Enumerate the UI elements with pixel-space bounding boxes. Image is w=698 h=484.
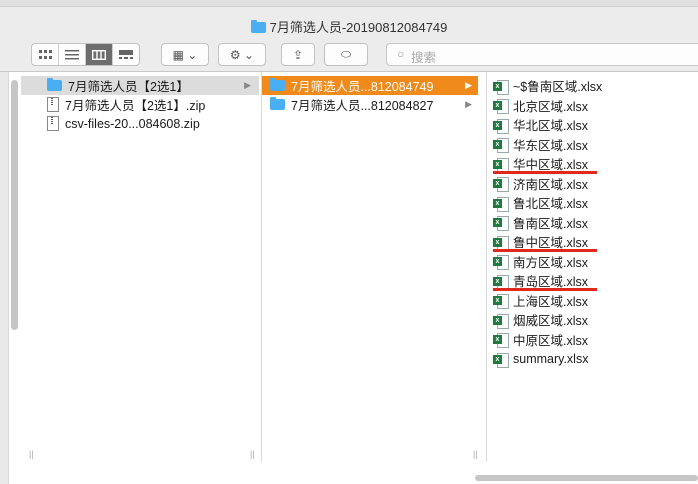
list-item[interactable]: x ~$鲁南区域.xlsx	[487, 76, 602, 95]
list-item[interactable]: 7月筛选人员【2选1】 ▶	[21, 76, 259, 95]
excel-file-icon: x	[493, 98, 509, 114]
excel-file-icon: x	[493, 235, 509, 251]
icon-view-icon[interactable]	[32, 44, 59, 65]
toolbar: ▦ ⌄ ⚙ ⌄ ⇪ ⬭ ○ 搜索	[0, 38, 698, 72]
tag-icon: ⬭	[340, 47, 352, 61]
column-resize-handle[interactable]: ||	[250, 449, 255, 459]
list-item[interactable]: x 华东区域.xlsx	[487, 135, 588, 154]
item-name: 7月筛选人员【2选1】	[68, 80, 189, 94]
excel-file-icon: x	[493, 157, 509, 173]
list-item[interactable]: x 烟威区域.xlsx	[487, 310, 588, 329]
arrange-button[interactable]: ▦ ⌄	[161, 43, 209, 66]
window-title: 7月筛选人员-20190812084749	[0, 17, 698, 36]
excel-file-icon: x	[493, 137, 509, 153]
action-button-label: ⚙ ⌄	[229, 47, 255, 62]
zip-file-icon	[47, 97, 59, 112]
list-item[interactable]: x 济南区域.xlsx	[487, 174, 588, 193]
chevron-right-icon: ▶	[465, 99, 472, 109]
excel-file-icon: x	[493, 293, 509, 309]
column-view-icon[interactable]	[86, 44, 113, 65]
list-item[interactable]: csv-files-20...084608.zip	[21, 114, 200, 133]
excel-file-icon: x	[493, 274, 509, 290]
window-top-edge	[0, 0, 698, 7]
item-name: summary.xlsx	[513, 351, 589, 366]
item-name: 7月筛选人员【2选1】.zip	[65, 99, 206, 113]
item-name: 北京区域.xlsx	[513, 99, 589, 114]
excel-file-icon: x	[493, 332, 509, 348]
gallery-view-icon[interactable]	[113, 44, 139, 65]
column-2: 7月筛选人员...812084749 ▶ 7月筛选人员...812084827 …	[250, 72, 487, 462]
search-placeholder: 搜索	[411, 51, 437, 65]
chevron-right-icon: ▶	[244, 80, 251, 90]
item-name: 中原区域.xlsx	[513, 333, 589, 348]
folder-icon	[270, 97, 285, 110]
window-title-text: 7月筛选人员-20190812084749	[269, 20, 448, 35]
folder-icon	[250, 20, 266, 33]
zip-file-icon	[47, 116, 59, 131]
list-item[interactable]: x 北京区域.xlsx	[487, 96, 588, 115]
list-item[interactable]: x 南方区域.xlsx	[487, 252, 588, 271]
excel-file-icon: x	[493, 254, 509, 270]
title-bar: 7月筛选人员-20190812084749	[0, 0, 698, 39]
excel-file-icon: x	[493, 176, 509, 192]
item-name: 7月筛选人员...812084749	[291, 80, 434, 94]
item-name: 济南区域.xlsx	[513, 177, 589, 192]
list-item[interactable]: 7月筛选人员...812084827 ▶	[262, 95, 478, 114]
column-1: 7月筛选人员【2选1】 ▶ 7月筛选人员【2选1】.zip csv-files-…	[21, 72, 262, 462]
folder-icon	[47, 78, 62, 91]
excel-file-icon: x	[493, 215, 509, 231]
list-view-icon[interactable]	[59, 44, 86, 65]
share-icon: ⇪	[292, 47, 304, 62]
sidebar-edge	[0, 72, 9, 484]
excel-file-icon: x	[493, 196, 509, 212]
item-name: 华东区域.xlsx	[513, 138, 589, 153]
chevron-right-icon: ▶	[465, 80, 472, 90]
item-name: csv-files-20...084608.zip	[65, 116, 200, 131]
column-resize-handle[interactable]: ||	[473, 449, 478, 459]
item-name: 华北区域.xlsx	[513, 119, 589, 133]
item-name: 7月筛选人员...812084827	[291, 99, 434, 113]
folder-icon	[270, 78, 285, 91]
list-item[interactable]: x 鲁南区域.xlsx	[487, 213, 588, 232]
excel-file-icon: x	[493, 352, 509, 368]
arrange-button-label: ▦ ⌄	[172, 47, 198, 62]
share-button[interactable]: ⇪	[281, 43, 315, 66]
horizontal-scrollbar[interactable]	[475, 475, 698, 481]
list-item[interactable]: x summary.xlsx	[487, 349, 588, 368]
excel-file-icon: x	[493, 313, 509, 329]
action-button[interactable]: ⚙ ⌄	[218, 43, 266, 66]
item-name: 南方区域.xlsx	[513, 255, 589, 270]
column-resize-handle[interactable]: ||	[29, 449, 34, 459]
column-3: || x ~$鲁南区域.xlsx x 北京区域.xlsx x 华北区域.xlsx x 华东区域…	[473, 72, 698, 462]
item-name: 烟威区域.xlsx	[513, 314, 589, 328]
list-item[interactable]: x 鲁北区域.xlsx	[487, 193, 588, 212]
view-mode-segmented-control	[31, 43, 140, 66]
search-icon: ○	[397, 47, 405, 61]
list-item[interactable]: x 华北区域.xlsx	[487, 115, 588, 134]
vertical-scrollbar[interactable]	[11, 80, 18, 330]
item-name: 鲁南区域.xlsx	[513, 216, 589, 231]
list-item[interactable]: x 上海区域.xlsx	[487, 291, 588, 310]
item-name: 鲁北区域.xlsx	[513, 197, 589, 211]
item-name: 上海区域.xlsx	[513, 294, 589, 309]
tag-button[interactable]: ⬭	[324, 43, 368, 66]
search-field[interactable]: ○ 搜索	[386, 43, 698, 66]
excel-file-icon: x	[493, 79, 509, 95]
list-item[interactable]: x 中原区域.xlsx	[487, 330, 588, 349]
list-item[interactable]: 7月筛选人员【2选1】.zip	[21, 95, 205, 114]
excel-file-icon: x	[493, 118, 509, 134]
item-name: ~$鲁南区域.xlsx	[513, 80, 603, 94]
list-item[interactable]: 7月筛选人员...812084749 ▶	[262, 76, 478, 95]
